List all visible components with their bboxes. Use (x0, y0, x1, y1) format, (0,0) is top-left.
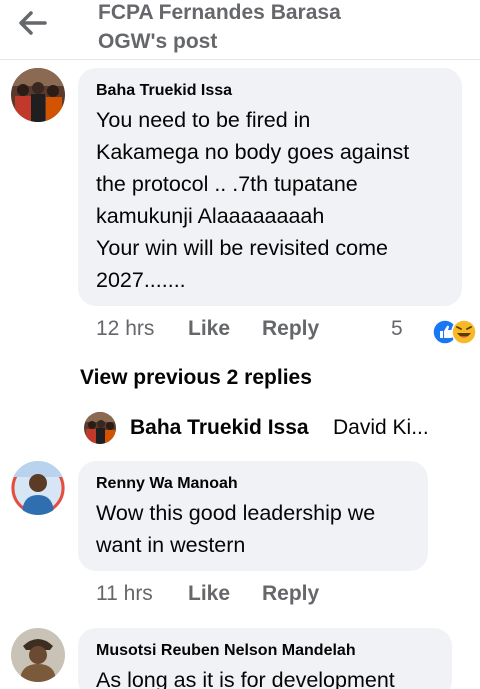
comment-author[interactable]: Baha Truekid Issa (96, 82, 232, 100)
page-title: FCPA Fernandes Barasa OGW's post (98, 0, 458, 56)
comment-author[interactable]: Musotsi Reuben Nelson Mandelah (96, 642, 356, 660)
comment-line: You need to be fired in (96, 108, 311, 132)
avatar[interactable] (11, 461, 65, 515)
reply-button[interactable]: Reply (262, 317, 319, 341)
avatar-photo (11, 628, 65, 682)
comment-time: 11 hrs (96, 582, 153, 605)
avatar-photo (84, 412, 116, 444)
reply-preview[interactable]: Baha Truekid Issa David Ki... (84, 412, 464, 446)
comment-text: Wow this good leadership we want in west… (96, 497, 375, 561)
comment-line: Your win will be revisited come (96, 236, 388, 260)
avatar-photo (11, 461, 65, 515)
like-button[interactable]: Like (188, 317, 230, 341)
like-button[interactable]: Like (188, 582, 230, 606)
comment-line: 2027....... (96, 268, 186, 292)
comment-line: Wow this good leadership we (96, 501, 376, 525)
comment-line: Kakamega no body goes against (96, 140, 410, 164)
comment-text: You need to be fired in Kakamega no body… (96, 104, 409, 296)
reactions-summary[interactable] (432, 319, 480, 345)
reply-snippet: David Ki... (333, 416, 429, 439)
reply-button[interactable]: Reply (262, 582, 319, 606)
page-title-line1: FCPA Fernandes Barasa (98, 1, 341, 24)
reaction-count[interactable]: 5 (391, 317, 403, 341)
post-header: FCPA Fernandes Barasa OGW's post (0, 0, 480, 60)
comment-time: 12 hrs (96, 317, 155, 340)
comment-actions: 11 hrs Like Reply (96, 582, 396, 612)
avatar[interactable] (11, 68, 65, 122)
back-arrow-icon[interactable] (18, 10, 48, 36)
comment-text: As long as it is for development (96, 664, 395, 689)
comment-bubble[interactable]: Baha Truekid Issa You need to be fired i… (78, 68, 462, 306)
comment-actions: 12 hrs Like Reply 5 (96, 317, 477, 347)
avatar-photo (11, 68, 65, 122)
haha-reaction-icon (451, 319, 477, 345)
page-title-line2: OGW's post (98, 30, 218, 53)
reply-avatar (84, 412, 116, 444)
view-previous-replies-link[interactable]: View previous 2 replies (80, 366, 312, 390)
comment-author[interactable]: Renny Wa Manoah (96, 475, 238, 493)
reply-author: Baha Truekid Issa (130, 416, 309, 439)
comment-line: As long as it is for development (96, 668, 395, 689)
comment-line: want in western (96, 533, 246, 557)
comment-bubble[interactable]: Renny Wa Manoah Wow this good leadership… (78, 461, 428, 571)
comment-bubble[interactable]: Musotsi Reuben Nelson Mandelah As long a… (78, 628, 452, 689)
avatar[interactable] (11, 628, 65, 682)
comment-line: the protocol .. .7th tupatane (96, 172, 358, 196)
comment-line: kamukunji Alaaaaaaaah (96, 204, 325, 228)
